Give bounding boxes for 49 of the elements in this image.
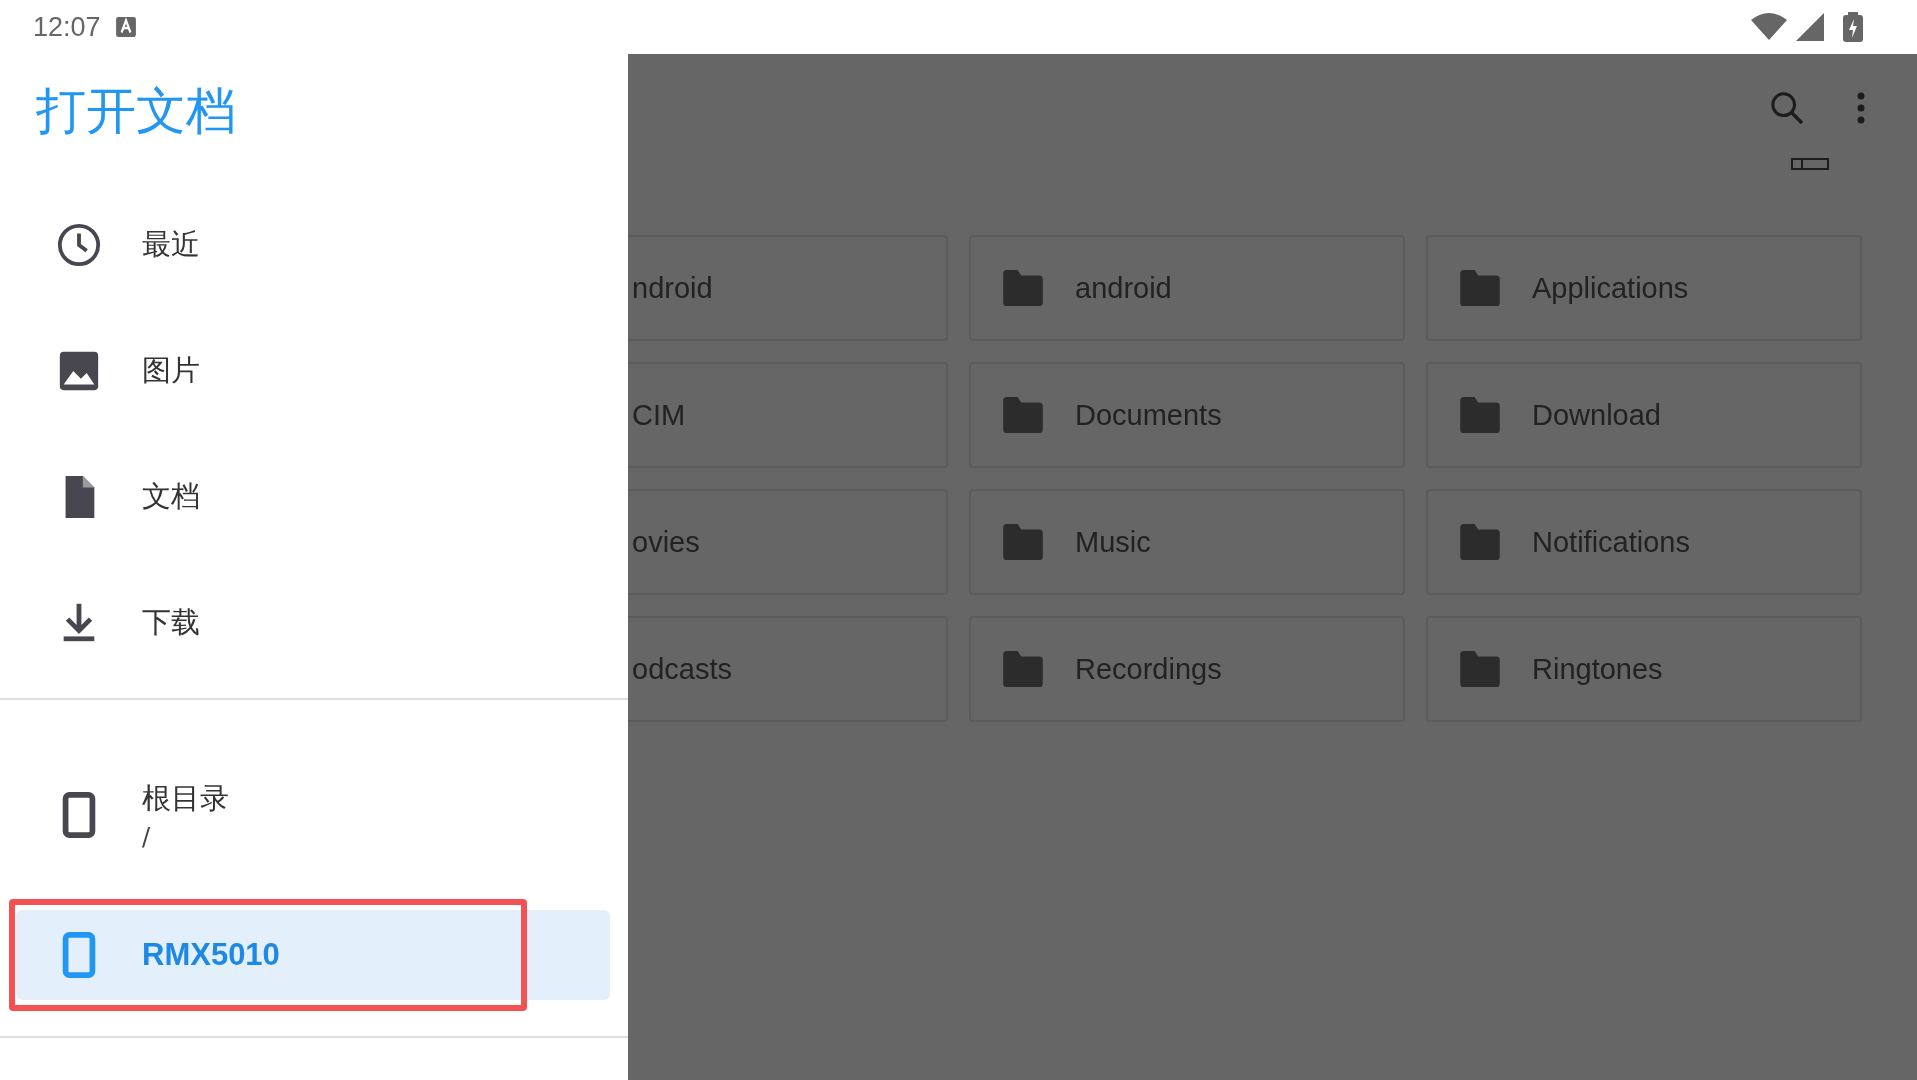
folder-icon <box>1458 524 1502 560</box>
storage-item[interactable]: 根目录 / <box>0 752 610 878</box>
folder-name: android <box>1075 271 1172 305</box>
folder-name: Music <box>1075 525 1151 559</box>
drawer-item[interactable]: 图片 <box>0 308 628 434</box>
folder-name: CIM <box>632 398 686 432</box>
grid-view-icon[interactable] <box>1791 158 1829 170</box>
storage-label: 根目录 <box>142 780 229 817</box>
folder-name: Ringtones <box>1532 652 1663 686</box>
folder-card[interactable]: ovies <box>628 489 948 595</box>
folder-icon <box>1458 397 1502 433</box>
folder-name: ndroid <box>632 271 713 305</box>
folder-name: Recordings <box>1075 652 1222 686</box>
folder-name: ovies <box>632 525 700 559</box>
storage-path: / <box>142 823 152 851</box>
drawer-item[interactable]: 下载 <box>0 560 628 686</box>
drawer-item[interactable]: 文档 <box>0 434 628 560</box>
status-time: 12:07 <box>33 11 101 43</box>
folder-card[interactable]: odcasts <box>628 616 948 722</box>
folder-card[interactable]: Documents <box>969 362 1405 468</box>
folder-icon <box>1001 524 1045 560</box>
clock-icon <box>56 222 102 268</box>
storage-label: RMX5010 <box>142 937 280 973</box>
keyboard-notification-icon <box>114 16 137 38</box>
folder-card[interactable]: CIM <box>628 362 948 468</box>
folder-icon <box>1001 651 1045 687</box>
folder-name: Download <box>1532 398 1661 432</box>
folder-icon <box>1458 651 1502 687</box>
folder-card[interactable]: Music <box>969 489 1405 595</box>
drawer-item[interactable]: 最近 <box>0 182 628 308</box>
folder-card[interactable]: Download <box>1426 362 1862 468</box>
folder-name: odcasts <box>632 652 732 686</box>
folder-icon <box>1458 270 1502 306</box>
folder-card[interactable]: Recordings <box>969 616 1405 722</box>
folder-card[interactable]: Applications <box>1426 235 1862 341</box>
folder-name: Applications <box>1532 271 1689 305</box>
battery-charging-icon <box>1843 12 1863 42</box>
folder-icon <box>1001 397 1045 433</box>
drawer-title: 打开文档 <box>35 81 237 142</box>
signal-icon <box>1795 12 1825 42</box>
storage-item[interactable]: RMX5010 <box>16 910 610 1000</box>
folder-card[interactable]: android <box>969 235 1405 341</box>
folder-card[interactable]: Ringtones <box>1426 616 1862 722</box>
folder-card[interactable]: ndroid <box>628 235 948 341</box>
folder-icon <box>1001 270 1045 306</box>
folder-card[interactable]: Notifications <box>1426 489 1862 595</box>
wifi-icon <box>1751 12 1787 42</box>
folder-name: Documents <box>1075 398 1222 432</box>
folder-name: Notifications <box>1532 525 1690 559</box>
